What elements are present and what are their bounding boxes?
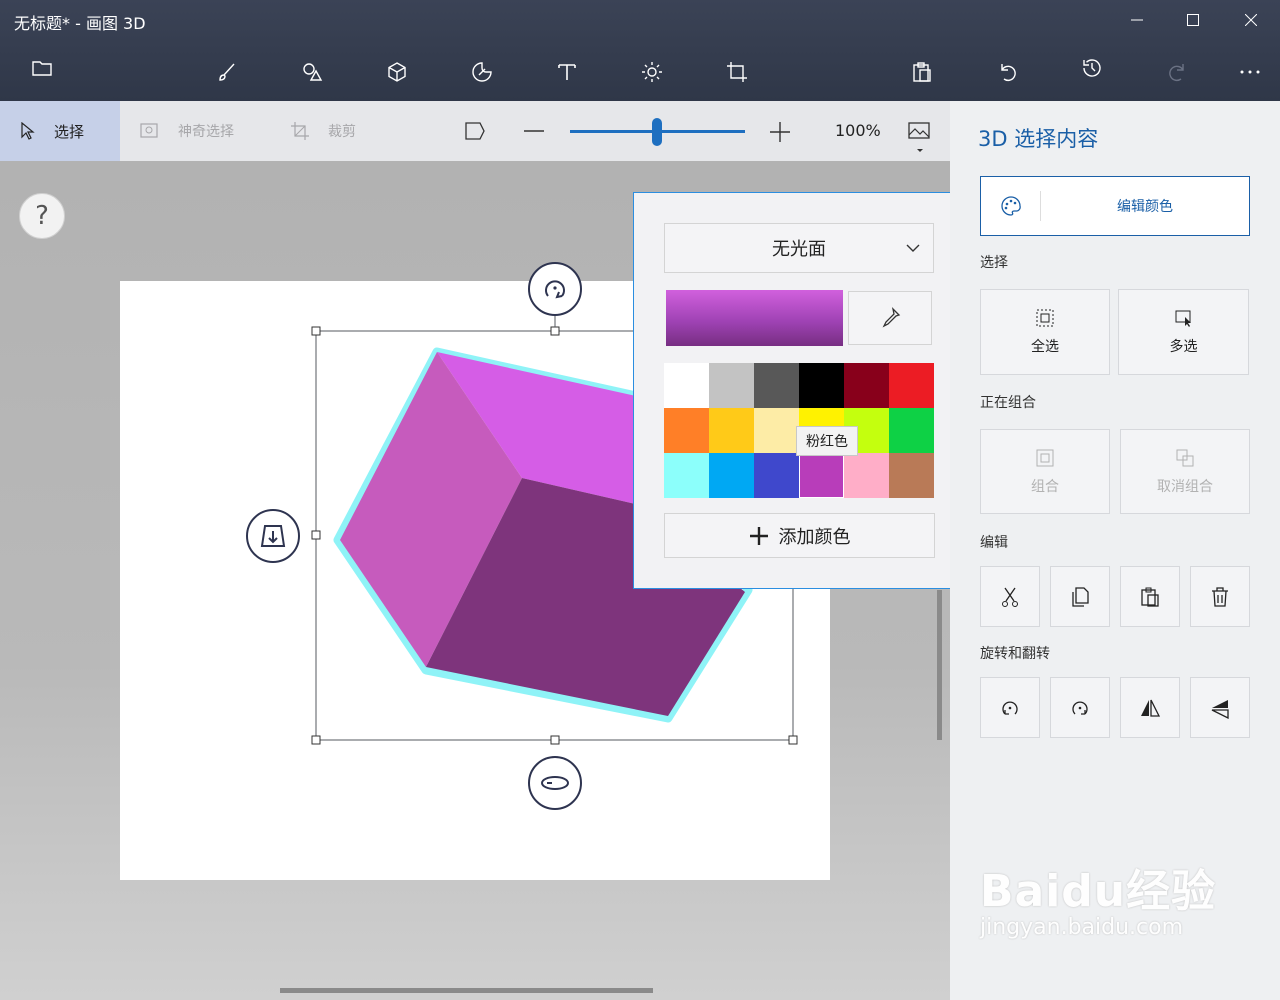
resize-handle[interactable] (550, 735, 560, 745)
more-icon[interactable] (1230, 54, 1270, 90)
select-all-button[interactable]: 全选 (980, 289, 1110, 375)
resize-handle[interactable] (550, 326, 560, 336)
rotate-x-handle[interactable] (528, 262, 582, 316)
push-back-icon (260, 525, 286, 547)
color-swatch[interactable] (664, 408, 709, 453)
resize-handle[interactable] (311, 530, 321, 540)
close-button[interactable] (1228, 6, 1274, 34)
color-picker-popup: 无光面 粉红色 添加颜色 (633, 192, 965, 589)
multi-select-label: 多选 (1169, 339, 1198, 355)
delete-button[interactable] (1190, 566, 1250, 627)
add-color-button[interactable]: 添加颜色 (664, 513, 935, 558)
rotate-right-button[interactable] (1050, 677, 1110, 738)
color-swatch[interactable] (799, 453, 844, 498)
color-swatch[interactable] (709, 363, 754, 408)
color-swatch[interactable] (889, 408, 934, 453)
rotate-icon (545, 280, 565, 299)
select-all-label: 全选 (1031, 339, 1059, 355)
color-swatch[interactable] (754, 363, 799, 408)
group-label: 组合 (1031, 478, 1059, 495)
rotate-right-icon (1072, 701, 1088, 715)
color-swatch[interactable] (844, 453, 889, 498)
section-rotate-label: 旋转和翻转 (980, 646, 1050, 662)
color-swatch[interactable] (889, 453, 934, 498)
color-swatch[interactable] (799, 363, 844, 408)
group-button[interactable]: 组合 (980, 429, 1110, 514)
multi-select-button[interactable]: 多选 (1118, 289, 1249, 375)
section-select-label: 选择 (980, 255, 1008, 271)
color-swatch[interactable] (709, 453, 754, 498)
minimize-button[interactable] (1114, 6, 1160, 34)
section-group-label: 正在组合 (980, 395, 1036, 411)
color-swatch[interactable] (709, 408, 754, 453)
ungroup-icon (1176, 449, 1194, 466)
flip-vertical-button[interactable] (1190, 677, 1250, 738)
color-tooltip: 粉红色 (796, 426, 858, 456)
undo-icon[interactable] (987, 54, 1027, 90)
color-swatch[interactable] (754, 408, 799, 453)
rotate-left-button[interactable] (980, 677, 1040, 738)
spin-icon (541, 776, 569, 790)
ungroup-label: 取消组合 (1157, 478, 1213, 495)
palette-icon (1000, 196, 1021, 216)
eyedropper-icon (882, 307, 901, 328)
resize-handle[interactable] (788, 735, 798, 745)
add-color-label: 添加颜色 (778, 526, 851, 548)
watermark-logo: Baidu经验 (980, 866, 1217, 917)
current-color-swatch (666, 290, 843, 346)
paste-button[interactable] (1120, 566, 1180, 627)
horizontal-scrollbar[interactable] (280, 988, 653, 993)
chevron-down-icon (906, 244, 920, 252)
color-swatch[interactable] (844, 363, 889, 408)
scissors-icon (1002, 587, 1018, 607)
copy-icon (1072, 586, 1089, 607)
color-swatch[interactable] (664, 453, 709, 498)
rotate-left-icon (1002, 701, 1018, 715)
resize-handle[interactable] (311, 735, 321, 745)
flip-horizontal-icon (1141, 699, 1161, 717)
history-icon[interactable] (1072, 50, 1112, 86)
finish-dropdown[interactable]: 无光面 (664, 223, 934, 273)
finish-value: 无光面 (772, 239, 826, 260)
panel-title: 3D 选择内容 (978, 127, 1099, 151)
redo-icon[interactable] (1158, 54, 1198, 90)
multi-select-icon (1175, 310, 1191, 327)
resize-handle[interactable] (311, 326, 321, 336)
color-swatch[interactable] (754, 453, 799, 498)
group-icon (1036, 449, 1054, 466)
color-swatch[interactable] (889, 363, 934, 408)
edit-color-button[interactable]: 编辑颜色 (980, 176, 1250, 236)
trash-icon (1212, 586, 1228, 607)
paste-icon (1141, 587, 1159, 607)
eyedropper-button[interactable] (848, 291, 932, 345)
baidu-watermark: Baidu经验 jingyan.baidu.com (980, 855, 1216, 940)
flip-vertical-icon (1211, 699, 1229, 719)
watermark-url: jingyan.baidu.com (980, 915, 1184, 940)
cut-button[interactable] (980, 566, 1040, 627)
vertical-scrollbar[interactable] (937, 590, 942, 740)
maximize-button[interactable] (1170, 6, 1216, 34)
edit-color-label: 编辑颜色 (1117, 199, 1173, 215)
flip-horizontal-button[interactable] (1120, 677, 1180, 738)
copy-button[interactable] (1050, 566, 1110, 627)
depth-push-handle[interactable] (246, 509, 300, 563)
plus-icon (749, 526, 768, 545)
select-all-icon (1036, 309, 1054, 327)
section-edit-label: 编辑 (980, 535, 1008, 551)
rotate-y-handle[interactable] (528, 756, 582, 810)
ungroup-button[interactable]: 取消组合 (1120, 429, 1250, 514)
color-swatch[interactable] (664, 363, 709, 408)
